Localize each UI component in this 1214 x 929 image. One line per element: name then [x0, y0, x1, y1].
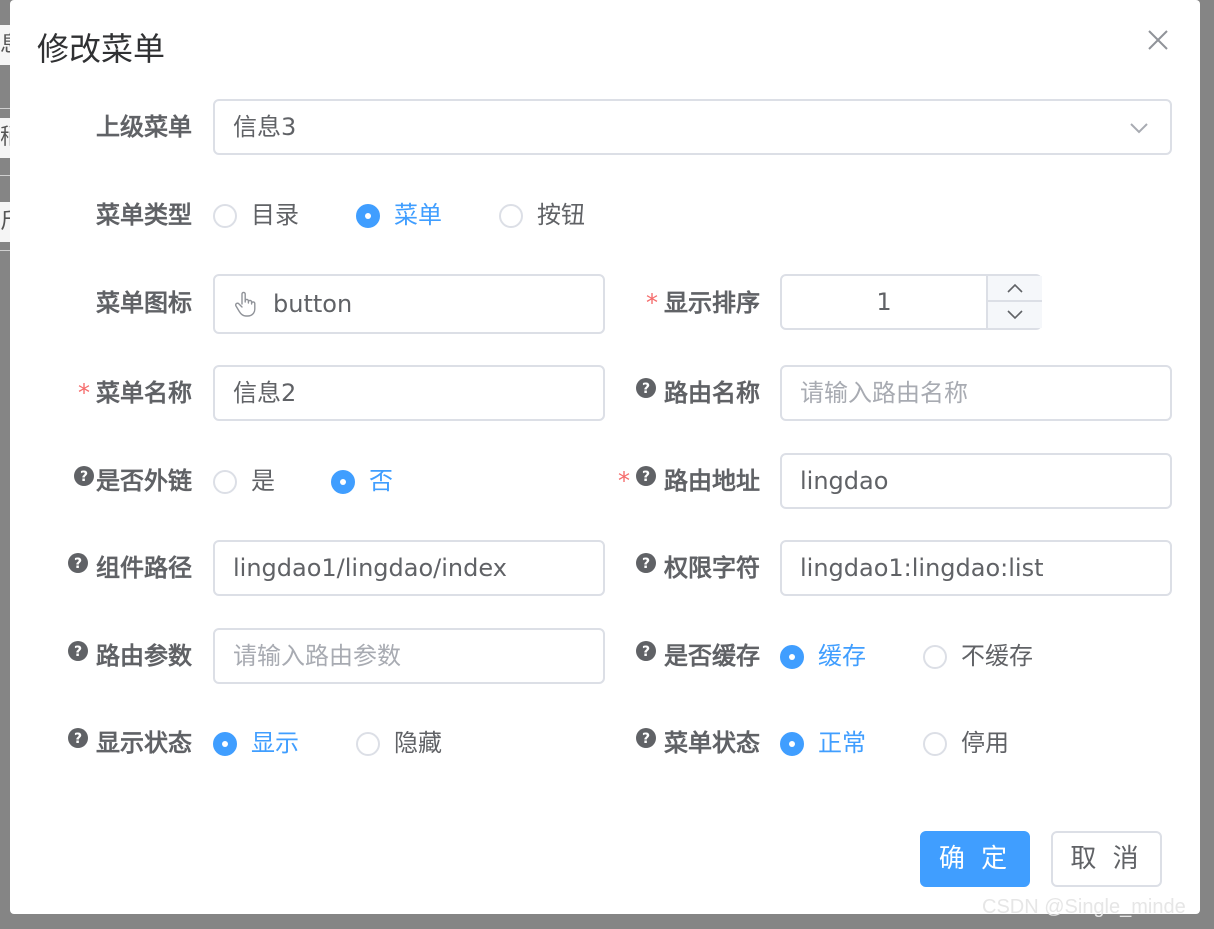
- chevron-down-icon: [1007, 310, 1023, 320]
- radio-no-cache[interactable]: 不缓存: [923, 636, 1033, 676]
- question-circle-icon[interactable]: ?: [636, 553, 656, 573]
- radio-dot: [213, 732, 237, 756]
- question-circle-icon[interactable]: ?: [636, 378, 656, 398]
- is-cache-label: ? 是否缓存: [610, 636, 760, 676]
- background-text: 斤: [0, 202, 10, 242]
- svg-text:?: ?: [74, 644, 82, 660]
- question-circle-icon[interactable]: ?: [68, 553, 88, 573]
- svg-text:?: ?: [74, 731, 82, 747]
- radio-directory[interactable]: 目录: [213, 195, 299, 235]
- question-circle-icon[interactable]: ?: [636, 466, 656, 486]
- background-text: 稍: [0, 118, 10, 158]
- increment-button[interactable]: [988, 276, 1042, 302]
- background-text: 息: [0, 25, 10, 65]
- permission-label: ? 权限字符: [610, 548, 760, 588]
- svg-text:?: ?: [642, 381, 650, 397]
- parent-menu-label: 上级菜单: [96, 113, 192, 141]
- radio-button[interactable]: 按钮: [499, 195, 585, 235]
- close-icon[interactable]: [1146, 28, 1170, 52]
- radio-dot: [356, 732, 380, 756]
- radio-dot: [499, 204, 523, 228]
- radio-dot: [780, 732, 804, 756]
- question-circle-icon[interactable]: ?: [636, 728, 656, 748]
- svg-text:?: ?: [642, 731, 650, 747]
- radio-dot: [331, 470, 355, 494]
- display-order-value[interactable]: 1: [782, 276, 986, 328]
- parent-menu-select[interactable]: 信息3: [213, 99, 1172, 155]
- route-name-input[interactable]: 请输入路由名称: [780, 365, 1172, 421]
- visible-label: ? 显示状态: [50, 723, 192, 763]
- svg-text:?: ?: [642, 469, 650, 485]
- menu-icon-input[interactable]: button: [213, 274, 605, 334]
- question-circle-icon[interactable]: ?: [68, 728, 88, 748]
- menu-icon-value: button: [273, 290, 353, 318]
- question-circle-icon[interactable]: ?: [636, 641, 656, 661]
- question-circle-icon[interactable]: ?: [74, 466, 94, 486]
- display-order-label: * 显示排序: [646, 289, 760, 317]
- menu-type-label: 菜单类型: [96, 201, 192, 229]
- cancel-button[interactable]: 取 消: [1051, 831, 1162, 887]
- component-path-label: ? 组件路径: [50, 548, 192, 588]
- radio-dot: [356, 204, 380, 228]
- background-divider: [0, 250, 10, 251]
- status-label: ? 菜单状态: [610, 723, 760, 763]
- menu-name-label: * 菜单名称: [78, 379, 192, 407]
- route-params-input[interactable]: 请输入路由参数: [213, 628, 605, 684]
- background-divider: [0, 108, 10, 109]
- route-name-placeholder: 请输入路由名称: [800, 379, 968, 407]
- radio-cache[interactable]: 缓存: [780, 636, 866, 676]
- menu-name-value: 信息2: [233, 379, 297, 407]
- confirm-button[interactable]: 确 定: [920, 831, 1030, 887]
- chevron-up-icon: [1007, 283, 1023, 293]
- radio-external-no[interactable]: 否: [331, 461, 393, 501]
- radio-hide[interactable]: 隐藏: [356, 723, 442, 763]
- radio-disabled[interactable]: 停用: [923, 723, 1009, 763]
- question-circle-icon[interactable]: ?: [68, 641, 88, 661]
- display-order-stepper[interactable]: 1: [780, 274, 1042, 330]
- radio-external-yes[interactable]: 是: [213, 461, 275, 501]
- component-path-input[interactable]: lingdao1/lingdao/index: [213, 540, 605, 596]
- hand-pointer-icon: [235, 291, 256, 317]
- permission-input[interactable]: lingdao1:lingdao:list: [780, 540, 1172, 596]
- route-path-label: *? 路由地址: [618, 466, 760, 495]
- menu-name-input[interactable]: 信息2: [213, 365, 605, 421]
- chevron-down-icon: [1130, 123, 1148, 134]
- svg-text:?: ?: [74, 556, 82, 572]
- edit-menu-dialog: 修改菜单 上级菜单 信息3 菜单类型 目录 菜单 按钮 菜单图标 button …: [10, 0, 1200, 914]
- component-path-value: lingdao1/lingdao/index: [233, 554, 507, 582]
- route-path-input[interactable]: lingdao: [780, 453, 1172, 509]
- parent-menu-value: 信息3: [233, 113, 297, 141]
- route-params-placeholder: 请输入路由参数: [233, 642, 401, 670]
- route-path-value: lingdao: [800, 467, 889, 495]
- dialog-title: 修改菜单: [37, 30, 166, 68]
- menu-icon-label: 菜单图标: [96, 289, 192, 317]
- stepper-arrows: [986, 276, 1042, 328]
- radio-dot: [780, 645, 804, 669]
- watermark: CSDN @Single_minde: [982, 896, 1186, 918]
- radio-dot: [213, 204, 237, 228]
- background-divider: [0, 175, 10, 176]
- radio-menu[interactable]: 菜单: [356, 195, 442, 235]
- svg-text:?: ?: [80, 469, 88, 485]
- permission-value: lingdao1:lingdao:list: [800, 554, 1044, 582]
- route-params-label: ? 路由参数: [50, 636, 192, 676]
- svg-text:?: ?: [642, 556, 650, 572]
- radio-show[interactable]: 显示: [213, 723, 299, 763]
- is-external-label: ? 是否外链: [50, 461, 192, 501]
- route-name-label: ? 路由名称: [610, 373, 760, 413]
- radio-dot: [923, 732, 947, 756]
- radio-dot: [923, 645, 947, 669]
- decrement-button[interactable]: [988, 302, 1042, 328]
- svg-text:?: ?: [642, 644, 650, 660]
- radio-dot: [213, 470, 237, 494]
- radio-normal[interactable]: 正常: [780, 723, 866, 763]
